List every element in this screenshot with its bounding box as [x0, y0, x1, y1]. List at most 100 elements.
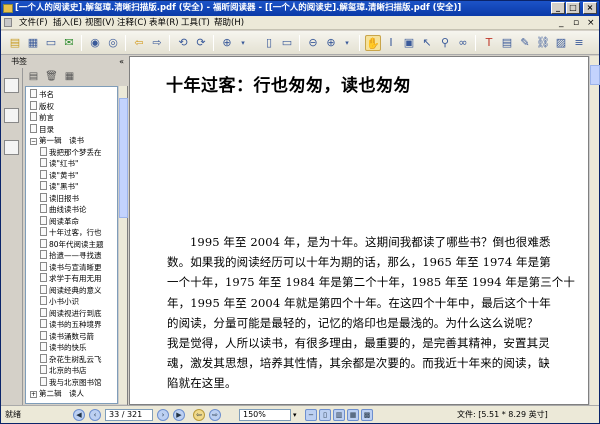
zoom-in-small-icon[interactable]: ⊕: [323, 35, 339, 51]
bookmark-item[interactable]: 目录: [26, 123, 117, 135]
bookmark-item[interactable]: 北京的书店: [26, 365, 117, 376]
open-folder-icon[interactable]: ▤: [7, 35, 23, 51]
bookmark-item[interactable]: 读书与宣清晰更: [26, 261, 117, 273]
first-page-button[interactable]: ◀: [73, 409, 85, 421]
page-number-field[interactable]: 33 / 321: [105, 409, 153, 421]
bookmark-item[interactable]: 我与北京图书馆: [26, 376, 117, 388]
collapse-panel-button[interactable]: «: [119, 56, 124, 68]
bookmark-item[interactable]: 杂花生树乱云飞: [26, 353, 117, 365]
bookmarks-tab-icon[interactable]: [4, 78, 19, 93]
fit-page-icon[interactable]: ▯: [261, 35, 277, 51]
expand-node-icon[interactable]: +: [30, 391, 37, 398]
bookmark-options-icon[interactable]: ▦: [63, 70, 76, 83]
bookmark-item[interactable]: 十年过客，行也: [26, 227, 117, 238]
bookmark-item[interactable]: 我把那个梦丢在: [26, 146, 117, 158]
maximize-button[interactable]: □: [566, 2, 580, 14]
zoom-out-status-icon[interactable]: −: [305, 409, 317, 421]
doc-close-button[interactable]: ×: [585, 17, 597, 29]
minimize-button[interactable]: _: [551, 2, 565, 14]
save-icon[interactable]: ▦: [25, 35, 41, 51]
pages-tab-icon[interactable]: [4, 108, 19, 123]
select-icon[interactable]: ↖: [419, 35, 435, 51]
continuous-facing-icon[interactable]: ▩: [361, 409, 373, 421]
bookmark-item[interactable]: 读书涌数弓箭: [26, 330, 117, 342]
bookmark-item[interactable]: + 第二辑 读人: [26, 388, 117, 399]
zoom-out-icon[interactable]: ⊖: [305, 35, 321, 51]
forward-view-button[interactable]: ⇨: [209, 409, 221, 421]
bookmark-item[interactable]: 读"黑书": [26, 181, 117, 192]
bookmark-item[interactable]: 读书的五种境界: [26, 319, 117, 330]
document-scroll-thumb[interactable]: [590, 65, 600, 85]
menu-comment[interactable]: 注释(C): [115, 17, 149, 29]
bookmark-item[interactable]: 曲线读书论: [26, 204, 117, 215]
link-icon[interactable]: ⛓: [535, 35, 551, 51]
menu-form[interactable]: 表单(R): [147, 17, 181, 29]
bookmark-item[interactable]: 版权: [26, 100, 117, 112]
document-menu-icon[interactable]: [4, 18, 12, 27]
bookmark-scrollbar[interactable]: [118, 86, 128, 404]
bookmark-item[interactable]: 阅读革命: [26, 215, 117, 227]
select-text-icon[interactable]: Ⅰ: [383, 35, 399, 51]
last-page-button[interactable]: ▶: [173, 409, 185, 421]
zoom-field[interactable]: 150%: [239, 409, 291, 421]
bookmark-item[interactable]: 读旧报书: [26, 192, 117, 204]
typewriter-icon[interactable]: T: [481, 35, 497, 51]
expand-bookmark-icon[interactable]: ▤: [27, 70, 40, 83]
document-scrollbar[interactable]: [589, 56, 600, 405]
close-button[interactable]: ×: [583, 2, 597, 14]
fit-width-icon[interactable]: ▭: [279, 35, 295, 51]
print-icon[interactable]: ▭: [43, 35, 59, 51]
menu-tools[interactable]: 工具(T): [179, 17, 212, 29]
bookmark-item[interactable]: 阅读视进行到底: [26, 307, 117, 319]
note-icon[interactable]: ▤: [499, 35, 515, 51]
bookmark-item[interactable]: − 第一辑 读书: [26, 135, 117, 146]
continuous-page-icon[interactable]: ▥: [333, 409, 345, 421]
rotate-right-icon[interactable]: ⟳: [193, 35, 209, 51]
doc-restore-button[interactable]: ▫: [571, 17, 581, 29]
back-icon[interactable]: ⇦: [131, 35, 147, 51]
bookmark-item[interactable]: 书名: [26, 89, 117, 100]
prev-page-button[interactable]: ‹: [89, 409, 101, 421]
zoom-in-icon[interactable]: ⊕: [219, 35, 235, 51]
find-icon[interactable]: ⚲: [437, 35, 453, 51]
hand-tool-icon[interactable]: ✋: [365, 35, 381, 51]
bookmark-item[interactable]: 读"红书": [26, 158, 117, 169]
bookmark-item[interactable]: 阅读经典的意义: [26, 284, 117, 296]
next-page-button[interactable]: ›: [157, 409, 169, 421]
bookmark-item[interactable]: 拾遗——寻找遗: [26, 250, 117, 261]
layers-tab-icon[interactable]: [4, 140, 19, 155]
attach-icon[interactable]: ≡: [571, 35, 587, 51]
zoom-menu-icon[interactable]: ▾: [339, 35, 355, 51]
collapse-node-icon[interactable]: −: [30, 138, 37, 145]
zoom-dropdown-icon[interactable]: ▾: [235, 35, 251, 51]
bookmark-scroll-thumb[interactable]: [119, 98, 128, 218]
binoculars-icon[interactable]: ∞: [455, 35, 471, 51]
zoom-dropdown-icon[interactable]: ▾: [293, 409, 297, 421]
delete-bookmark-icon[interactable]: 🗑: [45, 70, 58, 83]
snapshot-icon[interactable]: ▣: [401, 35, 417, 51]
bookmark-item[interactable]: 小书小识: [26, 296, 117, 307]
image-icon[interactable]: ▨: [553, 35, 569, 51]
bookmark-item[interactable]: 读"黄书": [26, 169, 117, 181]
bookmark-item[interactable]: 前言: [26, 112, 117, 123]
highlight-icon[interactable]: ✎: [517, 35, 533, 51]
bookmark-item[interactable]: 80年代阅读主题: [26, 238, 117, 250]
body-text-line: 陷就在这里。: [167, 376, 237, 391]
doc-minimize-button[interactable]: _: [557, 17, 566, 29]
menu-file[interactable]: 文件(F): [17, 17, 50, 29]
bookmark-toolbar: ▤ 🗑 ▦: [23, 68, 128, 86]
document-view[interactable]: 十年过客：行也匆匆，读也匆匆 1995 年至 2004 年，是为十年。这期间我都…: [129, 56, 589, 405]
menu-view[interactable]: 视图(V): [83, 17, 116, 29]
first-page-icon[interactable]: ◉: [87, 35, 103, 51]
back-view-button[interactable]: ⇦: [193, 409, 205, 421]
single-page-icon[interactable]: ▯: [319, 409, 331, 421]
previous-page-icon[interactable]: ◎: [105, 35, 121, 51]
menu-help[interactable]: 帮助(H): [212, 17, 246, 29]
menu-insert[interactable]: 插入(E): [51, 17, 84, 29]
rotate-left-icon[interactable]: ⟲: [175, 35, 191, 51]
forward-icon[interactable]: ⇨: [149, 35, 165, 51]
email-icon[interactable]: ✉: [61, 35, 77, 51]
bookmark-item[interactable]: 读书的快乐: [26, 342, 117, 353]
facing-page-icon[interactable]: ▦: [347, 409, 359, 421]
bookmark-item[interactable]: 求学于有用无用: [26, 273, 117, 284]
